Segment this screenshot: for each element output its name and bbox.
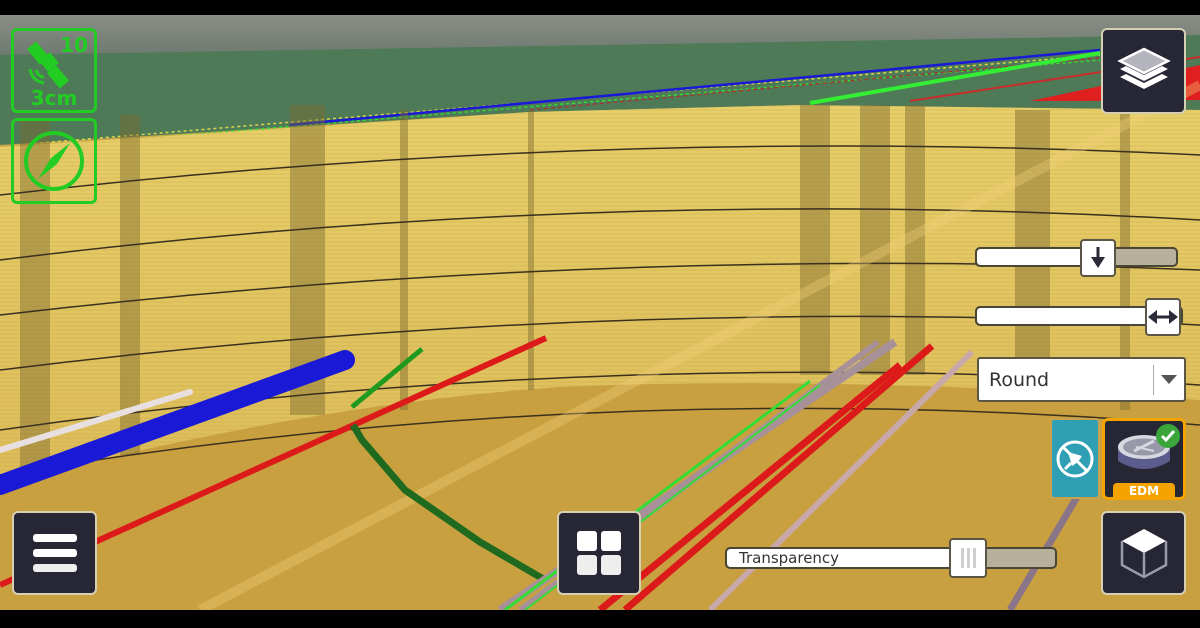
snap-toggle-button[interactable] [1050,418,1100,499]
grid-icon [577,531,621,575]
compass-icon [24,131,84,191]
grip-line [960,548,964,568]
cube-icon [1120,529,1167,579]
satellite-count: 10 [60,33,88,57]
grid-button[interactable] [557,511,641,595]
no-pin-icon [1056,440,1094,477]
menu-button[interactable] [12,511,97,595]
arrow-down-icon [1091,247,1105,268]
shape-dropdown[interactable]: Round [977,357,1186,402]
layers-icon [1116,47,1171,89]
compass-button[interactable] [11,118,97,204]
depth-slider-fill [977,249,1087,265]
width-slider-fill [977,308,1152,324]
3d-view-button[interactable] [1101,511,1186,595]
transparency-slider-thumb[interactable] [949,538,987,578]
chevron-down-icon [1161,375,1177,384]
shape-dropdown-value: Round [989,369,1050,391]
gps-status[interactable]: 10 3cm [11,28,97,113]
layers-button[interactable] [1101,28,1186,114]
check-icon [1156,424,1180,448]
ar-camera-view[interactable]: 10 3cm Round EDM Transparency [0,15,1200,610]
depth-slider-thumb[interactable] [1080,239,1116,277]
dropdown-separator [1153,365,1154,395]
grip-line [972,548,976,568]
depth-slider[interactable] [975,239,1178,277]
gps-accuracy: 3cm [30,86,78,110]
width-slider-thumb[interactable] [1145,298,1181,336]
transparency-label: Transparency [739,549,840,567]
edm-label: EDM [1113,483,1175,500]
edm-button[interactable]: EDM [1102,418,1186,500]
width-slider[interactable] [975,298,1183,336]
hamburger-menu-icon [32,534,77,572]
transparency-slider[interactable]: Transparency [725,538,1057,578]
arrow-left-right-icon [1148,310,1178,324]
grip-line [966,548,970,568]
